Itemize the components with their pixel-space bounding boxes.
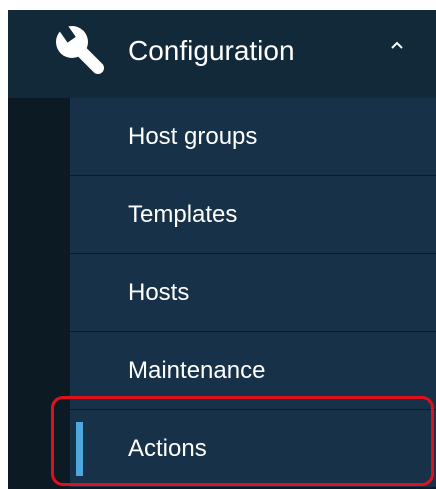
- submenu-item-maintenance[interactable]: Maintenance: [70, 332, 436, 410]
- submenu-item-templates[interactable]: Templates: [70, 176, 436, 254]
- submenu-item-label: Host groups: [128, 123, 258, 150]
- submenu-item-label: Hosts: [128, 279, 190, 306]
- section-label: Configuration: [128, 35, 295, 66]
- submenu-item-label: Templates: [128, 201, 238, 228]
- submenu-item-host-groups[interactable]: Host groups: [70, 98, 436, 176]
- chevron-up-icon[interactable]: [390, 40, 404, 50]
- submenu-item-hosts[interactable]: Hosts: [70, 254, 436, 332]
- configuration-submenu: Host groups Templates Hosts Maintenance …: [70, 98, 436, 488]
- sidebar-menu: Configuration Host groups Templates Host…: [8, 10, 436, 489]
- wrench-icon: [56, 24, 104, 74]
- sidebar-left-strip: [8, 98, 68, 489]
- submenu-item-label: Actions: [128, 435, 207, 462]
- menu-section-configuration[interactable]: Configuration: [8, 10, 436, 99]
- selected-indicator: [76, 422, 83, 476]
- submenu-item-actions[interactable]: Actions: [70, 410, 436, 488]
- submenu-item-label: Maintenance: [128, 357, 266, 384]
